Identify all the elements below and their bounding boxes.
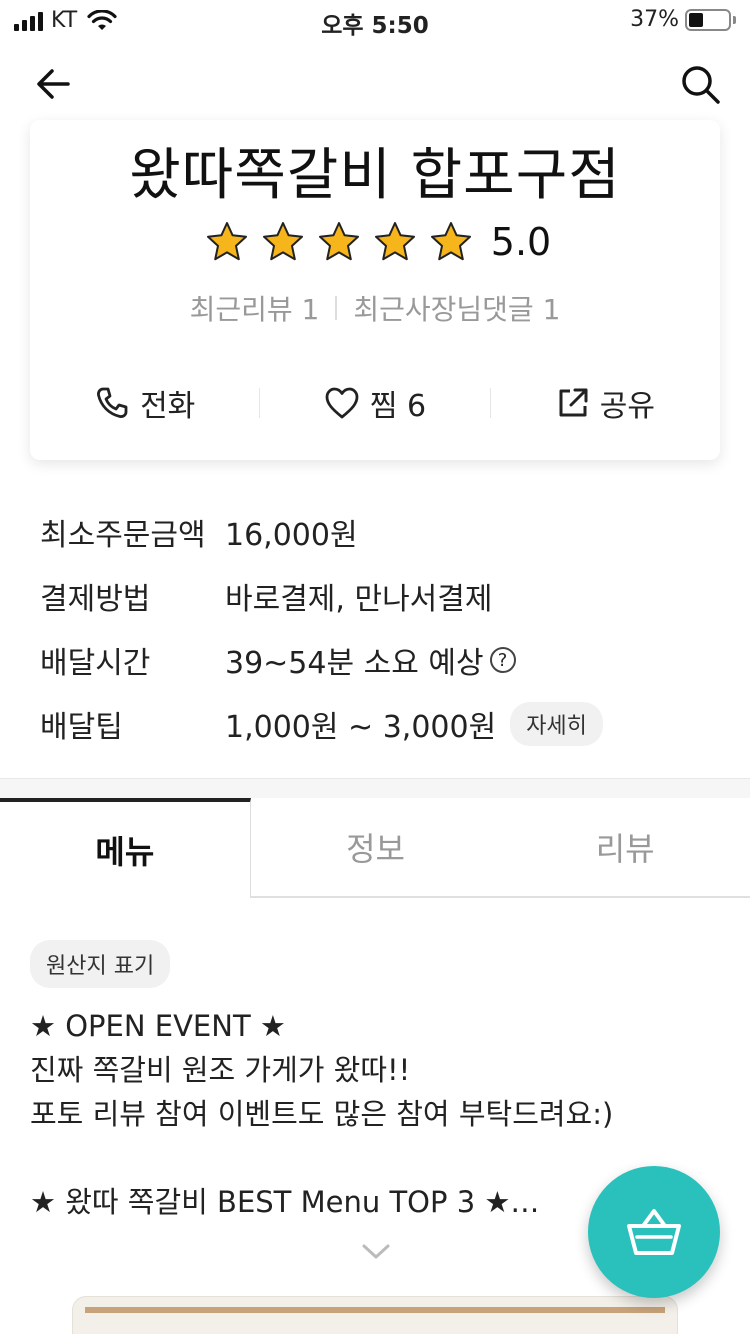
- store-name: 왔따쪽갈비 합포구점: [129, 143, 621, 208]
- delivery-time-value: 39~54분 소요 예상 ?: [225, 638, 516, 682]
- delivery-tip-label: 배달팁: [40, 710, 123, 745]
- favorite-label: 찜 6: [369, 389, 427, 424]
- basket-icon: [627, 1209, 681, 1255]
- min-order-label: 최소주문금액: [40, 518, 206, 553]
- battery-percent: 37%: [630, 7, 679, 32]
- help-icon[interactable]: ?: [489, 647, 516, 673]
- delivery-time-label: 배달시간: [40, 646, 151, 681]
- delivery-tip-value: 1,000원 ~ 3,000원 자세히: [225, 702, 603, 746]
- delivery-tip-row: 배달팁 1,000원 ~ 3,000원 자세히: [40, 692, 720, 756]
- tab-bar: 메뉴 정보 리뷰: [0, 798, 750, 898]
- call-button[interactable]: 전화: [30, 381, 259, 425]
- payment-row: 결제방법 바로결제, 만나서결제: [40, 564, 720, 628]
- review-counts: 최근리뷰 1 최근사장님댓글 1: [30, 288, 720, 328]
- delivery-time-row: 배달시간 39~54분 소요 예상 ?: [40, 628, 720, 692]
- star-icon: [430, 222, 471, 261]
- star-icon: [374, 222, 415, 261]
- star-icon: [262, 222, 303, 261]
- tip-detail-button[interactable]: 자세히: [510, 702, 603, 746]
- menu-image: [72, 1296, 678, 1334]
- delivery-tip-text: 1,000원 ~ 3,000원: [225, 710, 497, 745]
- divider: [335, 296, 338, 320]
- share-label: 공유: [599, 389, 655, 424]
- notice-line: ★ OPEN EVENT ★: [30, 1009, 286, 1043]
- notice-line: 포토 리뷰 참여 이벤트도 많은 참여 부탁드려요:): [30, 1097, 614, 1131]
- tab-reviews[interactable]: 리뷰: [500, 798, 750, 898]
- action-row: 전화 찜 6 공유: [30, 375, 720, 431]
- tab-menu[interactable]: 메뉴: [0, 798, 251, 898]
- share-icon: [559, 388, 588, 417]
- arrow-left-icon: [37, 69, 70, 99]
- notice-line: [30, 1136, 720, 1180]
- store-info: 최소주문금액 16,000원 결제방법 바로결제, 만나서결제 배달시간 39~…: [40, 500, 720, 756]
- battery-icon: [685, 8, 731, 31]
- favorite-button[interactable]: 찜 6: [260, 381, 489, 425]
- call-label: 전화: [140, 389, 196, 424]
- payment-value: 바로결제, 만나서결제: [225, 582, 493, 617]
- delivery-time-text: 39~54분 소요 예상: [225, 646, 484, 681]
- status-bar: KT 오후 5:50 37%: [0, 0, 750, 40]
- status-right: 37%: [630, 7, 736, 32]
- section-divider: [0, 778, 750, 798]
- back-button[interactable]: [32, 62, 76, 106]
- origin-label-button[interactable]: 원산지 표기: [30, 940, 171, 988]
- payment-label: 결제방법: [40, 582, 151, 617]
- battery-tip: [733, 15, 736, 24]
- rating-value: 5.0: [490, 220, 552, 264]
- notice-line: 진짜 쪽갈비 원조 가게가 왔따!!: [30, 1053, 411, 1087]
- search-button[interactable]: [678, 62, 722, 106]
- search-icon: [682, 66, 720, 104]
- min-order-value: 16,000원: [225, 518, 358, 553]
- share-button[interactable]: 공유: [491, 381, 720, 425]
- recent-owner-replies-link[interactable]: 최근사장님댓글 1: [353, 288, 560, 328]
- recent-reviews-link[interactable]: 최근리뷰 1: [190, 288, 320, 328]
- star-icon: [318, 222, 359, 261]
- tab-info[interactable]: 정보: [250, 798, 501, 898]
- chevron-down-icon[interactable]: [360, 1242, 392, 1262]
- phone-icon: [97, 387, 128, 418]
- min-order-row: 최소주문금액 16,000원: [40, 500, 720, 564]
- rating-row: 5.0: [30, 220, 720, 264]
- store-card: 왔따쪽갈비 합포구점 5.0 최근리뷰 1 최근사장님댓글 1 전화 찜 6 공…: [30, 120, 720, 460]
- heart-icon: [325, 387, 359, 419]
- star-icon: [206, 222, 247, 261]
- cart-button[interactable]: [588, 1166, 720, 1298]
